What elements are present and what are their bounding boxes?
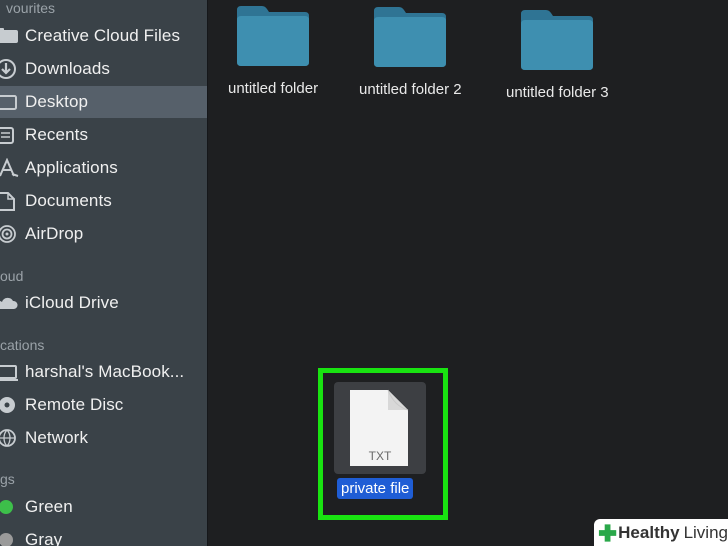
sidebar-item-label: AirDrop <box>25 224 84 243</box>
file-browser-content: untitled folder untitled folder 2 untitl… <box>208 0 728 546</box>
sidebar-item-label: Creative Cloud Files <box>25 26 181 45</box>
sidebar-item-tag-green[interactable]: Green <box>0 491 207 523</box>
section-header-tags: gs <box>0 471 15 487</box>
downloads-icon <box>0 59 20 79</box>
sidebar-item-label: Applications <box>25 158 118 177</box>
disc-icon <box>0 395 20 415</box>
file-private-file[interactable]: TXT <box>334 382 426 474</box>
sidebar-item-label: Documents <box>25 191 112 210</box>
sidebar-item-label: Downloads <box>25 59 111 78</box>
sidebar-item-label: Desktop <box>25 92 89 111</box>
cloud-icon <box>0 293 20 313</box>
file-name-label[interactable]: private file <box>337 478 414 499</box>
folder-untitled-folder-3[interactable]: untitled folder 3 <box>506 8 609 101</box>
airdrop-icon <box>0 224 20 244</box>
folder-untitled-folder-2[interactable]: untitled folder 2 <box>359 5 462 98</box>
laptop-icon <box>0 362 20 382</box>
folder-icon <box>374 7 447 67</box>
sidebar-item-label: Gray <box>25 530 63 546</box>
sidebar-item-network[interactable]: Network <box>0 422 207 454</box>
section-header-locations: cations <box>0 337 45 353</box>
sidebar-item-remote-disc[interactable]: Remote Disc <box>0 389 207 421</box>
section-header-favourites: vourites <box>6 0 56 16</box>
desktop-icon <box>0 92 20 112</box>
folder-label: untitled folder <box>228 80 319 97</box>
file-type-label: TXT <box>368 449 392 463</box>
watermark-text-living: Living <box>683 522 728 542</box>
sidebar-item-label: Network <box>25 428 89 447</box>
sidebar-item-documents[interactable]: Documents <box>0 185 207 217</box>
sidebar-item-macbook[interactable]: harshal's MacBook... <box>0 356 207 388</box>
watermark: Healthy Living <box>594 519 728 546</box>
folder-icon <box>521 10 594 70</box>
creative-cloud-icon <box>0 26 20 46</box>
network-icon <box>0 428 20 448</box>
tag-dot-icon <box>0 497 20 517</box>
recents-icon <box>0 125 20 145</box>
tag-dot-icon <box>0 530 20 546</box>
folder-label: untitled folder 2 <box>359 81 462 98</box>
sidebar-item-label: Green <box>25 497 73 516</box>
sidebar-item-airdrop[interactable]: AirDrop <box>0 218 207 250</box>
watermark-text-healthy: Healthy <box>618 522 680 542</box>
sidebar-item-tag-gray[interactable]: Gray <box>0 524 207 546</box>
sidebar-item-label: Remote Disc <box>25 395 124 414</box>
sidebar-item-label: harshal's MacBook... <box>25 362 185 381</box>
sidebar-item-downloads[interactable]: Downloads <box>0 53 207 85</box>
sidebar-item-icloud-drive[interactable]: iCloud Drive <box>0 287 207 319</box>
plus-logo-icon <box>598 523 617 542</box>
sidebar-item-creative-cloud-files[interactable]: Creative Cloud Files <box>0 20 207 52</box>
applications-icon <box>0 158 20 178</box>
sidebar-item-label: Recents <box>25 125 89 144</box>
folder-icon <box>237 6 310 66</box>
documents-icon <box>0 191 20 211</box>
sidebar-item-recents[interactable]: Recents <box>0 119 207 151</box>
section-header-icloud: oud <box>0 268 24 284</box>
sidebar: vourites Creative Cloud Files Downloads … <box>0 0 208 546</box>
sidebar-item-label: iCloud Drive <box>25 293 119 312</box>
folder-label: untitled folder 3 <box>506 84 609 101</box>
sidebar-item-desktop[interactable]: Desktop <box>0 86 207 118</box>
sidebar-item-applications[interactable]: Applications <box>0 152 207 184</box>
folder-untitled-folder[interactable]: untitled folder <box>228 4 318 97</box>
